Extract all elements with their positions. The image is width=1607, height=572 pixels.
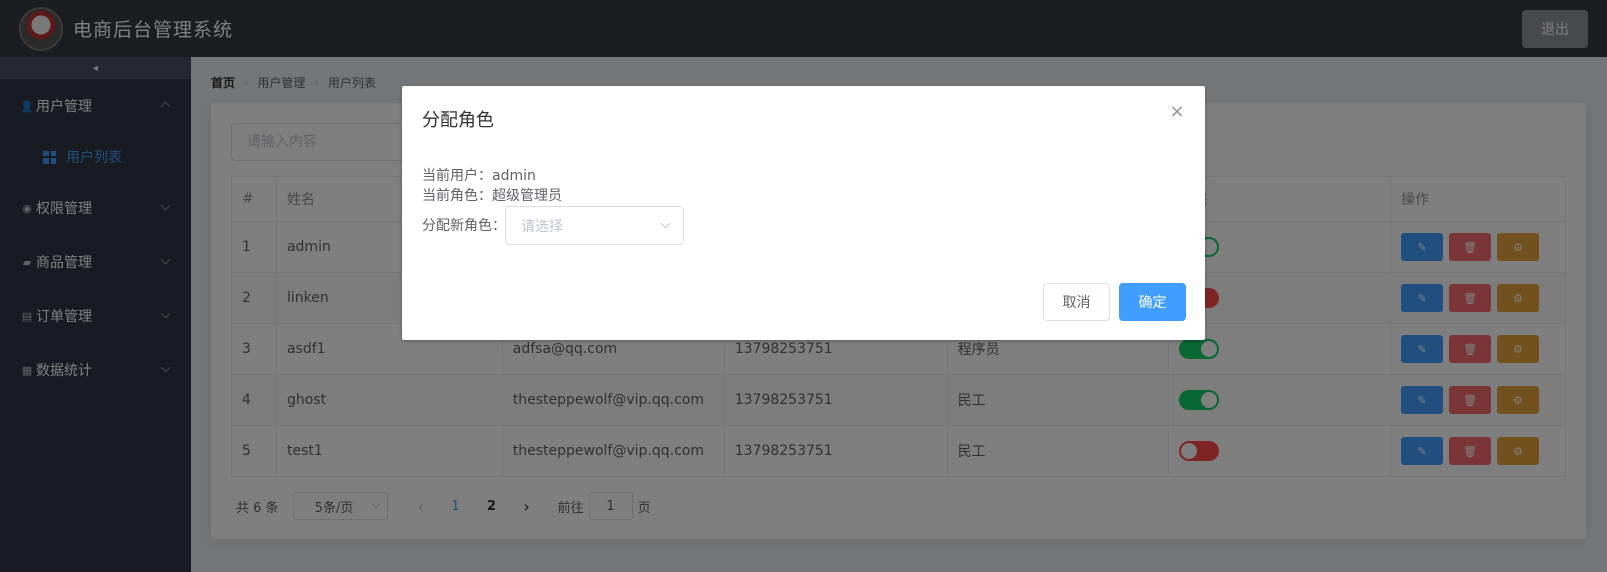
role-select[interactable]: 请选择 (505, 206, 684, 245)
dialog-title: 分配角色 (422, 110, 494, 131)
chevron-down-icon (660, 218, 671, 229)
current-role-text: 当前角色：超级管理员 (422, 188, 562, 204)
role-select-placeholder: 请选择 (521, 218, 563, 235)
cancel-button[interactable]: 取消 (1043, 283, 1110, 321)
assign-role-dialog: 分配角色 × 当前用户：admin 当前角色：超级管理员 分配新角色： 请选择 … (402, 86, 1205, 340)
close-icon[interactable]: × (1169, 103, 1185, 121)
new-role-label: 分配新角色： (422, 218, 506, 234)
current-user-text: 当前用户：admin (422, 168, 536, 184)
confirm-button[interactable]: 确定 (1119, 283, 1186, 321)
